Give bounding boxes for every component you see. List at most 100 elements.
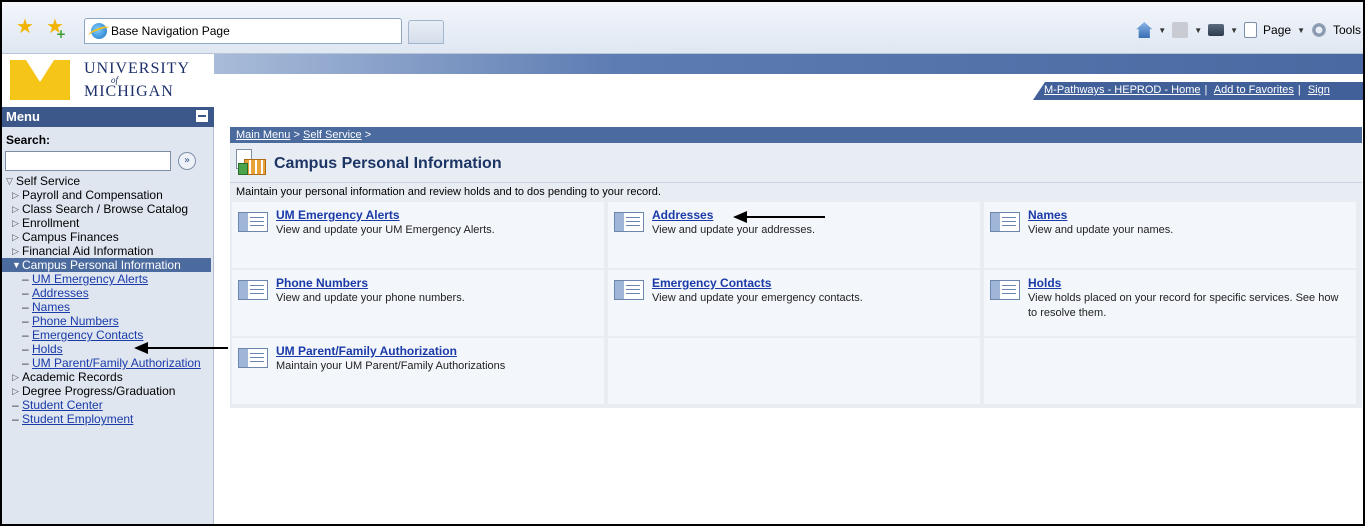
card-description: View holds placed on your record for spe… (1028, 292, 1339, 319)
print-dropdown-icon[interactable]: ▼ (1230, 26, 1238, 35)
sidebar-subitem-emergency-alerts[interactable]: – UM Emergency Alerts (6, 272, 211, 286)
feeds-icon[interactable] (1172, 22, 1189, 38)
card-description: Maintain your UM Parent/Family Authoriza… (276, 360, 506, 372)
collapsed-triangle-icon: ▷ (12, 232, 19, 242)
card-holds[interactable]: Holds View holds placed on your record f… (984, 270, 1356, 336)
menu-header: Menu (2, 107, 214, 127)
card-description: View and update your addresses. (652, 224, 816, 236)
card-empty (608, 338, 980, 404)
card-description: View and update your names. (1028, 224, 1174, 236)
collapsed-triangle-icon: ▷ (12, 386, 19, 396)
search-go-icon[interactable]: » (178, 152, 196, 170)
card-emergency-contacts[interactable]: Emergency Contacts View and update your … (608, 270, 980, 336)
sign-out-link[interactable]: Sign (1308, 84, 1330, 96)
sidebar-subitem-parent-family[interactable]: – UM Parent/Family Authorization (6, 356, 211, 370)
nav-tree: ▽ Self Service ▷ Payroll and Compensation … (2, 174, 211, 426)
sidebar-subitem-emergency-contacts[interactable]: – Emergency Contacts (6, 328, 211, 342)
collapsed-triangle-icon: ▷ (12, 204, 19, 214)
page-menu[interactable]: Page (1263, 23, 1291, 37)
card-names[interactable]: Names View and update your names. (984, 202, 1356, 268)
card-description: View and update your UM Emergency Alerts… (276, 224, 495, 236)
search-label: Search: (6, 133, 51, 147)
sidebar-item-academic-records[interactable]: ▷ Academic Records (6, 370, 211, 384)
collapsed-triangle-icon: ▷ (12, 190, 19, 200)
collapsed-triangle-icon: ▷ (12, 372, 19, 382)
annotation-arrow-icon (733, 211, 825, 223)
nav-root[interactable]: ▽ Self Service (6, 174, 211, 188)
browser-new-tab[interactable] (408, 20, 444, 44)
command-bar: ▼ ▼ ▼ Page ▼ Tools (1136, 20, 1363, 40)
form-icon (238, 212, 268, 232)
sidebar-item-student-employment[interactable]: – Student Employment (6, 412, 211, 426)
header-links: M-Pathways - HEPROD - Home | Add to Favor… (1044, 84, 1330, 96)
search-input[interactable] (5, 151, 171, 171)
card-title[interactable]: Holds (1028, 276, 1061, 290)
collapsed-triangle-icon: ▷ (12, 218, 19, 228)
print-icon[interactable] (1208, 24, 1225, 36)
sidebar-item-campus-finances[interactable]: ▷ Campus Finances (6, 230, 211, 244)
form-icon (990, 280, 1020, 300)
sidebar-item-degree-progress[interactable]: ▷ Degree Progress/Graduation (6, 384, 211, 398)
form-icon (238, 348, 268, 368)
form-icon (614, 280, 644, 300)
sidebar-item-student-center[interactable]: – Student Center (6, 398, 211, 412)
logo-line-1: UNIVERSITY (84, 60, 190, 77)
sidebar-item-financial-aid[interactable]: ▷ Financial Aid Information (6, 244, 211, 258)
expanded-triangle-icon: ▼ (12, 260, 21, 270)
card-description: View and update your phone numbers. (276, 292, 465, 304)
sidebar-item-class-search[interactable]: ▷ Class Search / Browse Catalog (6, 202, 211, 216)
feeds-dropdown-icon[interactable]: ▼ (1194, 26, 1202, 35)
breadcrumb-main-menu[interactable]: Main Menu (236, 129, 290, 141)
card-empty (984, 338, 1356, 404)
breadcrumb-self-service[interactable]: Self Service (303, 129, 362, 141)
card-title[interactable]: Addresses (652, 208, 713, 222)
form-icon (614, 212, 644, 232)
favorites-star-icon[interactable]: ★ (16, 16, 34, 36)
page-description: Maintain your personal information and r… (236, 186, 661, 198)
sidebar-item-campus-personal-info[interactable]: ▼ Campus Personal Information (2, 258, 211, 272)
folder-grid-icon (236, 149, 266, 175)
menu-collapse-icon[interactable] (196, 110, 208, 122)
browser-toolbar: ★ ★ + Base Navigation Page ▼ ▼ ▼ Page ▼ T… (2, 2, 1363, 54)
form-icon (990, 212, 1020, 232)
page-dropdown-icon[interactable]: ▼ (1297, 26, 1305, 35)
card-title[interactable]: UM Parent/Family Authorization (276, 344, 457, 358)
home-dropdown-icon[interactable]: ▼ (1158, 26, 1166, 35)
sidebar-subitem-phone-numbers[interactable]: – Phone Numbers (6, 314, 211, 328)
card-title[interactable]: Names (1028, 208, 1067, 222)
browser-tab-active[interactable]: Base Navigation Page (84, 18, 402, 44)
browser-tab-title: Base Navigation Page (111, 24, 230, 38)
home-link[interactable]: M-Pathways - HEPROD - Home (1044, 84, 1200, 96)
ie-logo-icon (91, 23, 107, 39)
card-emergency-alerts[interactable]: UM Emergency Alerts View and update your… (232, 202, 604, 268)
header-links-area: M-Pathways - HEPROD - Home | Add to Favor… (214, 74, 1363, 102)
card-title[interactable]: UM Emergency Alerts (276, 208, 400, 222)
content-panel: Campus Personal Information Maintain you… (230, 143, 1362, 408)
card-parent-family-auth[interactable]: UM Parent/Family Authorization Maintain … (232, 338, 604, 404)
card-title[interactable]: Emergency Contacts (652, 276, 771, 290)
breadcrumb: Main Menu > Self Service > (230, 127, 1362, 143)
add-favorites-icon[interactable]: ★ + (46, 16, 66, 41)
block-m-logo-icon (10, 60, 70, 100)
sidebar-subitem-addresses[interactable]: – Addresses (6, 286, 211, 300)
add-to-favorites-link[interactable]: Add to Favorites (1214, 84, 1294, 96)
sidebar-subitem-holds[interactable]: – Holds (6, 342, 211, 356)
title-divider (230, 182, 1362, 183)
sidebar-item-enrollment[interactable]: ▷ Enrollment (6, 216, 211, 230)
university-logo: UNIVERSITY of MICHIGAN (2, 54, 214, 106)
card-addresses[interactable]: Addresses View and update your addresses… (608, 202, 980, 268)
sidebar-subitem-names[interactable]: – Names (6, 300, 211, 314)
collapsed-triangle-icon: ▷ (12, 246, 19, 256)
annotation-arrow-icon (134, 342, 228, 354)
logo-line-3: MICHIGAN (84, 83, 174, 100)
header-banner (214, 54, 1363, 74)
card-description: View and update your emergency contacts. (652, 292, 863, 304)
expanded-triangle-icon: ▽ (6, 176, 13, 186)
card-title[interactable]: Phone Numbers (276, 276, 368, 290)
sidebar-item-payroll[interactable]: ▷ Payroll and Compensation (6, 188, 211, 202)
tools-menu[interactable]: Tools (1333, 23, 1361, 37)
form-icon (238, 280, 268, 300)
home-icon[interactable] (1136, 22, 1153, 38)
card-phone-numbers[interactable]: Phone Numbers View and update your phone… (232, 270, 604, 336)
sidebar: Search: » ▽ Self Service ▷ Payroll and Com… (2, 127, 214, 524)
